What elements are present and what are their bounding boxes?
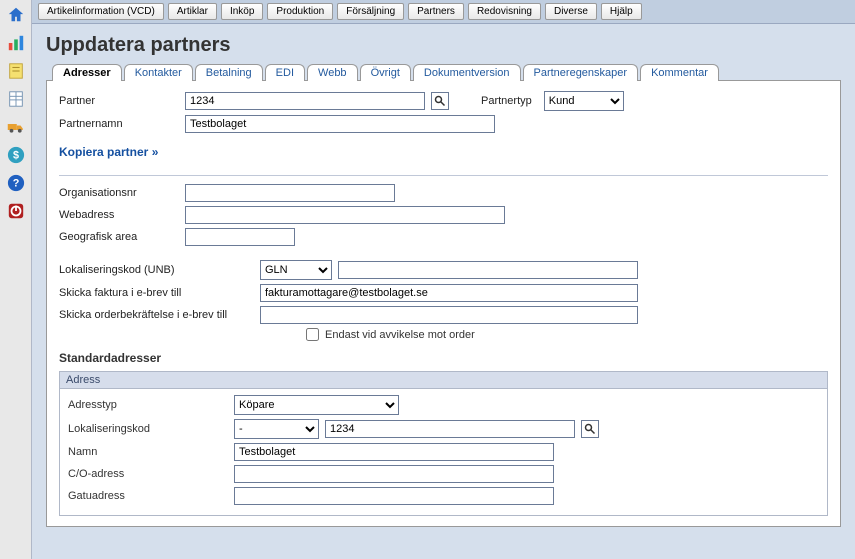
tab-edi[interactable]: EDI (265, 64, 305, 81)
addr-lok-lookup-button[interactable] (581, 420, 599, 438)
partnernamn-label: Partnernamn (59, 118, 179, 130)
partnertyp-select[interactable]: Kund (544, 91, 624, 111)
tab-partneregenskaper[interactable]: Partneregenskaper (523, 64, 639, 81)
partnertyp-label: Partnertyp (481, 95, 532, 107)
standard-addresses-title: Standardadresser (59, 351, 828, 365)
form-panel: Partner Partnertyp Kund Partnernamn Kopi… (46, 81, 841, 527)
menu-f-rs-ljning[interactable]: Försäljning (337, 3, 404, 20)
tab-webb[interactable]: Webb (307, 64, 358, 81)
addr-lok-label: Lokaliseringskod (68, 423, 228, 435)
tab-betalning[interactable]: Betalning (195, 64, 263, 81)
page-title: Uppdatera partners (46, 34, 841, 57)
menu-hj-lp[interactable]: Hjälp (601, 3, 642, 20)
partner-lookup-button[interactable] (431, 92, 449, 110)
geo-input[interactable] (185, 228, 295, 246)
svg-text:?: ? (12, 178, 19, 190)
orgnr-input[interactable] (185, 184, 395, 202)
magnifier-icon (434, 95, 446, 107)
addr-lok-type-select[interactable]: - (234, 419, 319, 439)
adresstyp-label: Adresstyp (68, 399, 228, 411)
tab-adresser[interactable]: Adresser (52, 64, 122, 81)
lokunb-input[interactable] (338, 261, 638, 279)
einvoice-input[interactable] (260, 284, 638, 302)
partner-label: Partner (59, 95, 179, 107)
copy-partner-link[interactable]: Kopiera partner » (59, 145, 158, 159)
truck-icon[interactable] (5, 116, 27, 138)
tab-övrigt[interactable]: Övrigt (360, 64, 411, 81)
address-subpanel: Adress Adresstyp Köpare Lokaliseringskod… (59, 371, 828, 516)
tab-kommentar[interactable]: Kommentar (640, 64, 719, 81)
adresstyp-select[interactable]: Köpare (234, 395, 399, 415)
addr-co-input[interactable] (234, 465, 554, 483)
only-deviation-checkbox[interactable] (306, 328, 319, 341)
addr-co-label: C/O-adress (68, 468, 228, 480)
addr-namn-input[interactable] (234, 443, 554, 461)
orgnr-label: Organisationsnr (59, 187, 179, 199)
web-input[interactable] (185, 206, 505, 224)
partner-input[interactable] (185, 92, 425, 110)
top-menu: Artikelinformation (VCD)ArtiklarInköpPro… (32, 0, 855, 24)
menu-redovisning[interactable]: Redovisning (468, 3, 541, 20)
addr-namn-label: Namn (68, 446, 228, 458)
help-icon[interactable]: ? (5, 172, 27, 194)
tab-dokumentversion[interactable]: Dokumentversion (413, 64, 521, 81)
eorder-input[interactable] (260, 306, 638, 324)
only-deviation-label: Endast vid avvikelse mot order (325, 329, 475, 341)
menu-produktion[interactable]: Produktion (267, 3, 333, 20)
chart-icon[interactable] (5, 32, 27, 54)
power-icon[interactable] (5, 200, 27, 222)
menu-ink-p[interactable]: Inköp (221, 3, 263, 20)
sheet-icon[interactable] (5, 88, 27, 110)
sidebar-iconbar: $? (0, 0, 32, 559)
lokunb-type-select[interactable]: GLN (260, 260, 332, 280)
web-label: Webadress (59, 209, 179, 221)
menu-diverse[interactable]: Diverse (545, 3, 597, 20)
partnernamn-input[interactable] (185, 115, 495, 133)
menu-artiklar[interactable]: Artiklar (168, 3, 217, 20)
note-icon[interactable] (5, 60, 27, 82)
lokunb-label: Lokaliseringskod (UNB) (59, 264, 254, 276)
menu-artikelinformation-vcd-[interactable]: Artikelinformation (VCD) (38, 3, 164, 20)
home-icon[interactable] (5, 4, 27, 26)
tab-kontakter[interactable]: Kontakter (124, 64, 193, 81)
geo-label: Geografisk area (59, 231, 179, 243)
einvoice-label: Skicka faktura i e-brev till (59, 287, 254, 299)
addr-gatu-label: Gatuadress (68, 490, 228, 502)
dollar-icon[interactable]: $ (5, 144, 27, 166)
addr-gatu-input[interactable] (234, 487, 554, 505)
menu-partners[interactable]: Partners (408, 3, 464, 20)
magnifier-icon (584, 423, 596, 435)
addr-lok-input[interactable] (325, 420, 575, 438)
svg-text:$: $ (13, 150, 19, 162)
address-panel-header: Adress (60, 372, 827, 389)
eorder-label: Skicka orderbekräftelse i e-brev till (59, 309, 254, 321)
tab-bar: AdresserKontakterBetalningEDIWebbÖvrigtD… (46, 63, 841, 81)
